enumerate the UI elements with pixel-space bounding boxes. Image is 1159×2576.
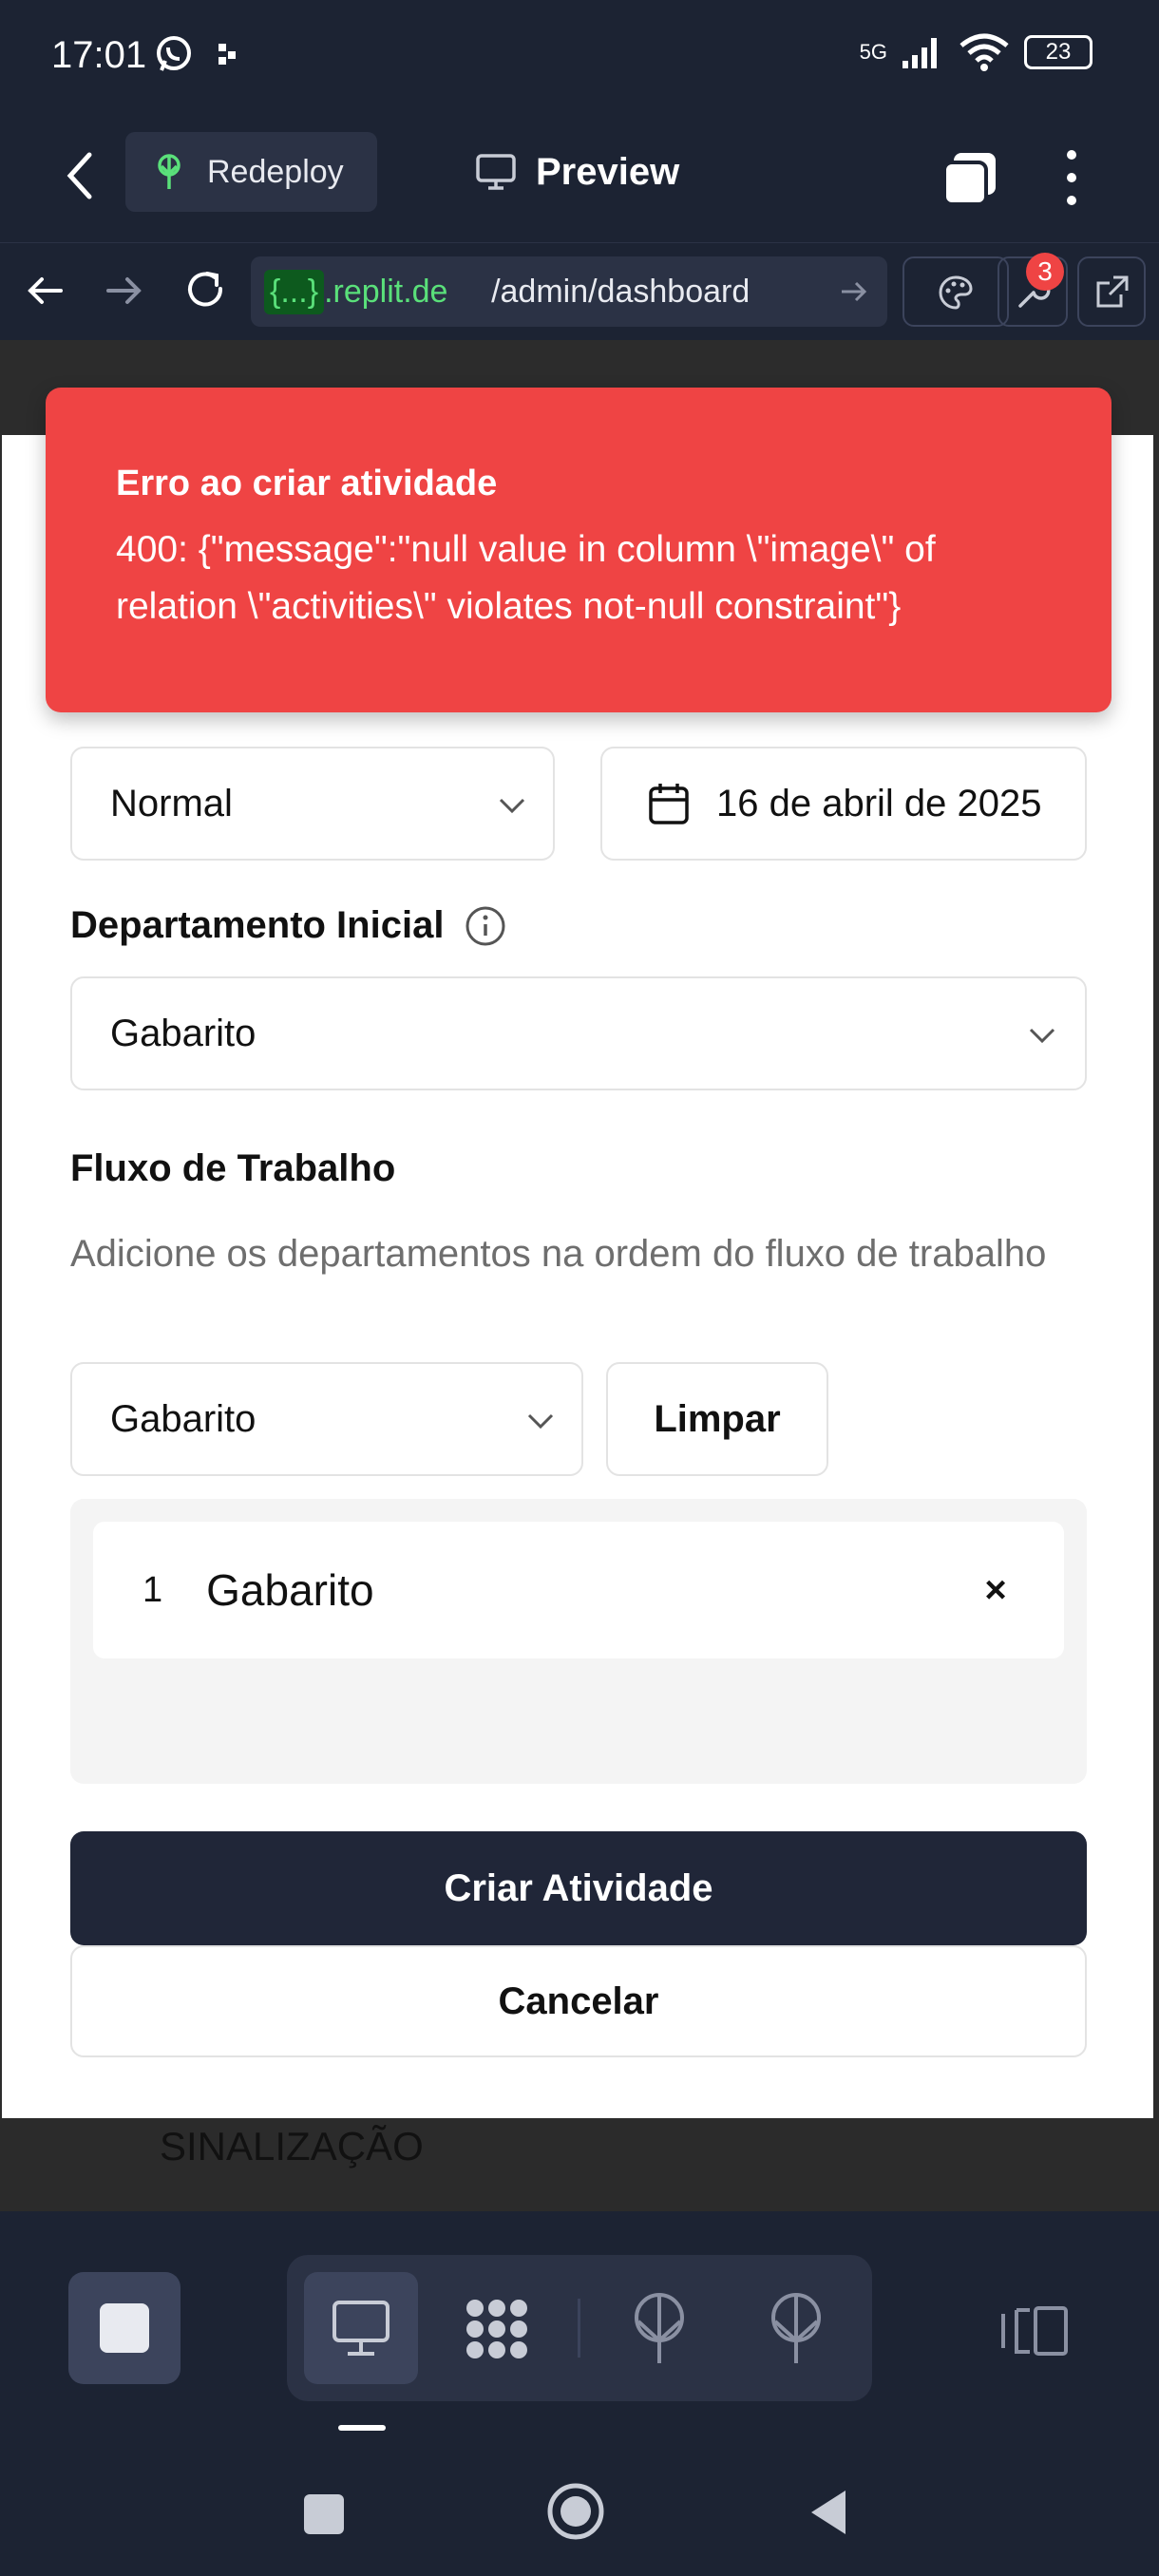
- whatsapp-icon: [157, 36, 191, 71]
- department-label-text: Departamento Inicial: [70, 904, 445, 946]
- preview-tool-button[interactable]: [304, 2272, 418, 2384]
- tabs-icon[interactable]: [940, 149, 999, 208]
- tool-group: [287, 2255, 872, 2401]
- recents-icon[interactable]: [304, 2494, 344, 2534]
- create-activity-button[interactable]: Criar Atividade: [70, 1831, 1087, 1945]
- stop-button[interactable]: [68, 2272, 180, 2384]
- toast-message: 400: {"message":"null value in column \"…: [116, 529, 936, 627]
- deploy-tool-icon-2[interactable]: [768, 2291, 825, 2365]
- external-link-icon: [1096, 275, 1129, 308]
- notification-dots-icon: [218, 44, 236, 65]
- background-section-title: SINALIZAÇÃO: [160, 2124, 424, 2169]
- redeploy-button[interactable]: Redeploy: [125, 132, 377, 212]
- chevron-down-icon: [499, 798, 525, 814]
- monitor-icon: [476, 154, 516, 190]
- cancel-button[interactable]: Cancelar: [70, 1945, 1087, 2057]
- status-time: 17:01: [51, 34, 147, 76]
- reload-icon[interactable]: [179, 264, 232, 317]
- monitor-icon: [332, 2301, 390, 2356]
- status-bar: 17:01 5G 23: [0, 0, 1159, 109]
- open-external-button[interactable]: [1077, 256, 1146, 327]
- date-picker[interactable]: 16 de abril de 2025: [600, 747, 1087, 861]
- remove-item-icon[interactable]: ×: [973, 1567, 1018, 1613]
- status-indicators: 5G 23: [860, 32, 1092, 72]
- more-menu-icon[interactable]: [1054, 143, 1089, 212]
- replit-toolbar: [0, 2211, 1159, 2453]
- deploy-tool-icon[interactable]: [631, 2291, 688, 2365]
- preview-tab[interactable]: Preview: [475, 132, 679, 212]
- clear-button[interactable]: Limpar: [606, 1362, 828, 1476]
- department-label: Departamento Inicial: [70, 904, 506, 947]
- department-select[interactable]: Gabarito: [70, 976, 1087, 1090]
- agent-icon[interactable]: [462, 2295, 532, 2363]
- go-arrow-icon[interactable]: [838, 275, 870, 308]
- url-domain: .replit.de: [324, 273, 448, 310]
- url-input[interactable]: {...} .replit.de /admin/dashboard: [251, 256, 887, 327]
- workflow-list: 1 Gabarito ×: [70, 1499, 1087, 1784]
- workflow-item-number: 1: [142, 1569, 163, 1610]
- back-triangle-icon[interactable]: [808, 2489, 849, 2536]
- workflow-item: 1 Gabarito ×: [93, 1522, 1064, 1658]
- workflow-select-value: Gabarito: [110, 1397, 256, 1440]
- layout-toggle-icon[interactable]: [998, 2302, 1070, 2359]
- palette-icon: [939, 275, 973, 310]
- url-toolbar: {...} .replit.de /admin/dashboard: [0, 242, 1159, 340]
- nav-forward-icon[interactable]: [97, 264, 150, 317]
- workflow-title: Fluxo de Trabalho: [70, 1147, 396, 1189]
- app-header: Redeploy Preview: [0, 109, 1159, 242]
- calendar-icon: [649, 784, 689, 824]
- battery-level: 23: [1045, 39, 1072, 65]
- toolbar-indicator: [338, 2425, 386, 2431]
- preview-label: Preview: [536, 150, 680, 193]
- chevron-down-icon: [1029, 1028, 1055, 1044]
- network-label: 5G: [859, 40, 887, 64]
- workflow-description: Adicione os departamentos na ordem do fl…: [70, 1233, 1047, 1275]
- devtools-badge: 3: [1026, 253, 1064, 291]
- department-value: Gabarito: [110, 1012, 256, 1054]
- url-subdomain: {...}: [264, 269, 325, 314]
- back-arrow-icon[interactable]: [59, 147, 101, 204]
- wifi-icon: [960, 33, 1009, 71]
- signal-icon: [902, 38, 937, 68]
- toast-title: Erro ao criar atividade: [116, 464, 498, 503]
- workflow-department-select[interactable]: Gabarito: [70, 1362, 583, 1476]
- info-icon[interactable]: [465, 905, 506, 947]
- home-icon[interactable]: [545, 2481, 606, 2542]
- toolbar-divider: [578, 2299, 580, 2358]
- theme-button[interactable]: [902, 256, 1009, 327]
- priority-select[interactable]: Normal: [70, 747, 555, 861]
- workflow-item-label: Gabarito: [206, 1565, 374, 1615]
- deploy-icon: [158, 154, 180, 189]
- system-nav-bar: [0, 2453, 1159, 2576]
- error-toast[interactable]: Erro ao criar atividade 400: {"message":…: [46, 388, 1112, 712]
- url-path: /admin/dashboard: [491, 273, 750, 310]
- battery-icon: 23: [1024, 35, 1092, 69]
- redeploy-label: Redeploy: [207, 153, 344, 190]
- stop-icon: [100, 2303, 149, 2353]
- date-value: 16 de abril de 2025: [716, 782, 1042, 824]
- nav-back-icon[interactable]: [19, 264, 72, 317]
- chevron-down-icon: [527, 1413, 554, 1430]
- priority-value: Normal: [110, 782, 233, 824]
